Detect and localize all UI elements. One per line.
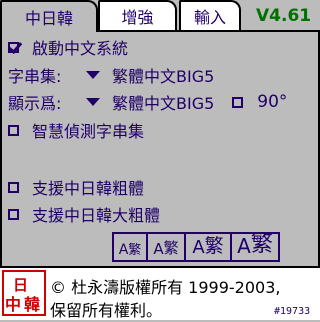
charset-dropdown-icon[interactable] <box>86 71 100 79</box>
copyright-line-2: 保留所有權利。 <box>50 301 163 320</box>
panel-border-left <box>0 30 2 266</box>
tab-enhance[interactable]: 增強 <box>98 0 177 30</box>
display-dropdown-icon[interactable] <box>86 98 100 106</box>
build-number: #19733 <box>274 306 311 317</box>
font-size-large-a: A <box>192 237 205 258</box>
tab-bar: 中日韓 增強 輸入 V4.61 <box>0 0 320 32</box>
enable-chinese-label: 啟動中文系統 <box>32 39 129 58</box>
enable-chinese-checkbox[interactable] <box>8 41 19 53</box>
font-size-small-button[interactable]: A繁 <box>112 232 146 262</box>
support-big-bold-option[interactable]: 支援中日韓大粗體 <box>8 203 160 225</box>
smart-detect-checkbox[interactable] <box>8 124 19 136</box>
logo-char-2: 中 <box>5 295 21 314</box>
support-bold-checkbox[interactable] <box>8 181 19 193</box>
version-label: V4.61 <box>256 6 312 26</box>
tab-cjk[interactable]: 中日韓 <box>0 0 98 32</box>
support-bold-option[interactable]: 支援中日韓粗體 <box>8 176 144 198</box>
font-size-medium-a: A <box>153 240 164 258</box>
display-label: 顯示爲: <box>8 94 62 113</box>
font-size-large-char: 繁 <box>204 235 224 257</box>
tab-divider <box>98 30 320 32</box>
logo-char-1: 日 <box>13 276 28 294</box>
font-size-medium-char: 繁 <box>163 239 179 257</box>
tab-input[interactable]: 輸入 <box>179 0 241 30</box>
font-size-small-a: A <box>118 242 129 258</box>
font-size-xlarge-char: 繁 <box>250 232 273 257</box>
copyright-line-1: © 杜永濤版權所有 1999-2003, <box>50 278 281 297</box>
display-row: 顯示爲: 繁體中文BIG5 90° <box>8 91 287 113</box>
font-size-buttons: A繁 A繁 A繁 A繁 <box>112 232 280 266</box>
charset-label: 字串集: <box>8 67 62 86</box>
smart-detect-option[interactable]: 智慧偵測字串集 <box>8 119 144 141</box>
support-bold-label: 支援中日韓粗體 <box>32 179 145 198</box>
enable-chinese-option[interactable]: 啟動中文系統 <box>8 36 128 58</box>
logo-char-3: 韓 <box>24 295 40 314</box>
copyright-text: © 杜永濤版權所有 1999-2003, 保留所有權利。 <box>50 276 280 322</box>
support-big-bold-label: 支援中日韓大粗體 <box>32 206 161 225</box>
cjk-logo-icon: 日 中 韓 <box>2 270 46 320</box>
font-size-small-char: 繁 <box>128 243 142 258</box>
rotate-label: 90° <box>257 92 288 112</box>
font-size-xlarge-a: A <box>237 234 251 258</box>
charset-row: 字串集: 繁體中文BIG5 <box>8 64 214 86</box>
charset-select[interactable]: 繁體中文BIG5 <box>112 63 214 87</box>
display-select[interactable]: 繁體中文BIG5 <box>112 90 214 114</box>
font-size-large-button[interactable]: A繁 <box>184 232 230 262</box>
font-size-medium-button[interactable]: A繁 <box>146 232 184 262</box>
smart-detect-label: 智慧偵測字串集 <box>32 122 145 141</box>
font-size-xlarge-button[interactable]: A繁 <box>230 232 280 262</box>
support-big-bold-checkbox[interactable] <box>8 208 19 220</box>
rotate-checkbox[interactable] <box>232 96 244 108</box>
